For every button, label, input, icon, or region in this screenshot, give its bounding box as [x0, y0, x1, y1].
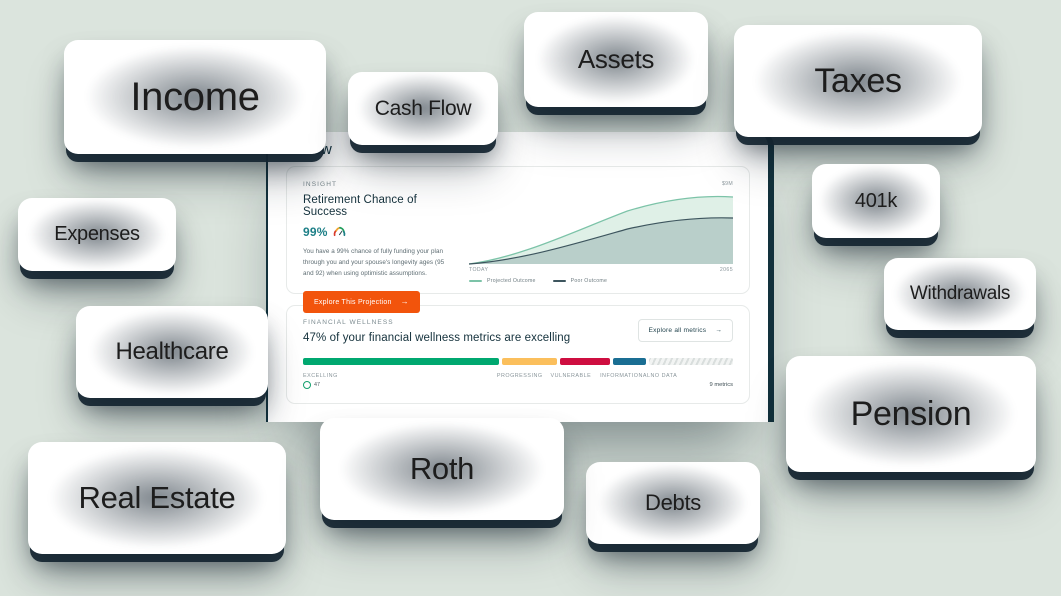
chart-x-end-label: 2065: [719, 267, 733, 273]
app-body: INSIGHT Retirement Chance of Success 99%: [268, 166, 768, 404]
arrow-right-icon: →: [400, 297, 409, 307]
topic-label: Pension: [850, 394, 972, 433]
wellness-metric-row: 47 9 metrics: [303, 381, 733, 389]
segment-label-excelling: EXCELLING: [303, 373, 338, 379]
segment-label-vulnerable: VULNERABLE: [550, 373, 592, 379]
topic-label: Taxes: [814, 61, 902, 100]
topic-card-withdrawals[interactable]: Withdrawals: [884, 258, 1036, 330]
insight-description: You have a 99% chance of fully funding y…: [303, 248, 445, 278]
topic-card-expenses[interactable]: Expenses: [18, 198, 176, 271]
legend-swatch-poor: [552, 280, 566, 282]
app-topbar: erview: [268, 132, 768, 166]
segment-label-informational: INFORMATIONAL: [600, 373, 651, 379]
gauge-icon: [333, 226, 346, 239]
segment-excelling[interactable]: [303, 358, 500, 365]
explore-projection-button[interactable]: Explore This Projection →: [303, 291, 420, 314]
topic-card-income[interactable]: Income: [64, 40, 326, 154]
topic-label: 401k: [854, 189, 898, 212]
wellness-segment-bar: [303, 358, 733, 365]
app-screenshot-panel: erview INSIGHT Retirement Chance of Succ…: [268, 132, 768, 422]
chart-canvas: [469, 191, 733, 265]
legend-swatch-projected: [469, 280, 482, 282]
topic-card-cash-flow[interactable]: Cash Flow: [348, 72, 498, 145]
chart-svg: [469, 195, 733, 265]
wellness-title: 47% of your financial wellness metrics a…: [303, 332, 571, 344]
topic-label: Withdrawals: [909, 283, 1011, 304]
topic-label: Real Estate: [78, 480, 236, 515]
explore-projection-label: Explore This Projection: [314, 298, 392, 306]
score-row: 99%: [303, 225, 455, 239]
excelling-metric-chip: 47: [303, 381, 320, 389]
legend-item-poor: Poor Outcome: [552, 278, 608, 284]
insight-card: INSIGHT Retirement Chance of Success 99%: [286, 166, 750, 314]
metrics-count-label: 9 metrics: [709, 382, 733, 388]
topic-card-taxes[interactable]: Taxes: [734, 25, 982, 137]
topic-card-roth[interactable]: Roth: [320, 418, 564, 520]
segment-informational[interactable]: [612, 358, 647, 365]
wellness-segment-legend: EXCELLING PROGRESSING VULNERABLE INFORMA…: [303, 373, 733, 379]
legend-label-projected: Projected Outcome: [487, 278, 536, 284]
insight-title: Retirement Chance of Success: [303, 194, 417, 218]
topic-label: Debts: [645, 490, 701, 515]
chart-x-axis: TODAY 2065: [469, 267, 733, 273]
wellness-header: FINANCIAL WELLNESS 47% of your financial…: [303, 319, 733, 344]
success-score: 99%: [303, 225, 328, 239]
topic-label: Healthcare: [115, 338, 229, 365]
legend-item-projected: Projected Outcome: [469, 278, 536, 284]
check-circle-icon: [303, 381, 311, 389]
projection-chart: $9M TODAY 2065 Projected Outcome Poor Ou…: [469, 181, 733, 284]
financial-wellness-card: FINANCIAL WELLNESS 47% of your financial…: [286, 305, 750, 404]
insight-card-left: INSIGHT Retirement Chance of Success 99%: [303, 181, 455, 314]
wellness-eyebrow: FINANCIAL WELLNESS: [303, 319, 394, 326]
chart-x-start-label: TODAY: [469, 267, 489, 273]
segment-label-no-data: NO DATA: [650, 373, 678, 379]
topic-card-healthcare[interactable]: Healthcare: [76, 306, 268, 398]
segment-vulnerable[interactable]: [559, 358, 610, 365]
topic-label: Cash Flow: [374, 96, 472, 120]
arrow-right-icon: →: [715, 327, 722, 334]
topic-label: Expenses: [54, 223, 140, 245]
segment-no-data[interactable]: [649, 358, 733, 365]
topic-label: Income: [130, 74, 260, 119]
segment-label-progressing: PROGRESSING: [496, 373, 543, 379]
wellness-heading-group: FINANCIAL WELLNESS 47% of your financial…: [303, 319, 570, 344]
explore-all-metrics-label: Explore all metrics: [648, 327, 707, 334]
topic-label: Assets: [577, 44, 655, 74]
topic-card-real-estate[interactable]: Real Estate: [28, 442, 286, 554]
chart-y-max-label: $9M: [722, 181, 733, 187]
segment-progressing[interactable]: [502, 358, 557, 365]
insight-eyebrow: INSIGHT: [303, 181, 338, 188]
topic-card-assets[interactable]: Assets: [524, 12, 708, 107]
topic-card-401k[interactable]: 401k: [812, 164, 940, 238]
chart-legend: Projected Outcome Poor Outcome: [469, 278, 607, 284]
topic-card-debts[interactable]: Debts: [586, 462, 760, 544]
excelling-metric-value: 47: [314, 382, 320, 388]
collage-stage: erview INSIGHT Retirement Chance of Succ…: [0, 0, 1061, 596]
explore-all-metrics-button[interactable]: Explore all metrics →: [637, 319, 733, 342]
topic-card-pension[interactable]: Pension: [786, 356, 1036, 472]
topic-label: Roth: [409, 451, 475, 486]
legend-label-poor: Poor Outcome: [570, 278, 608, 284]
